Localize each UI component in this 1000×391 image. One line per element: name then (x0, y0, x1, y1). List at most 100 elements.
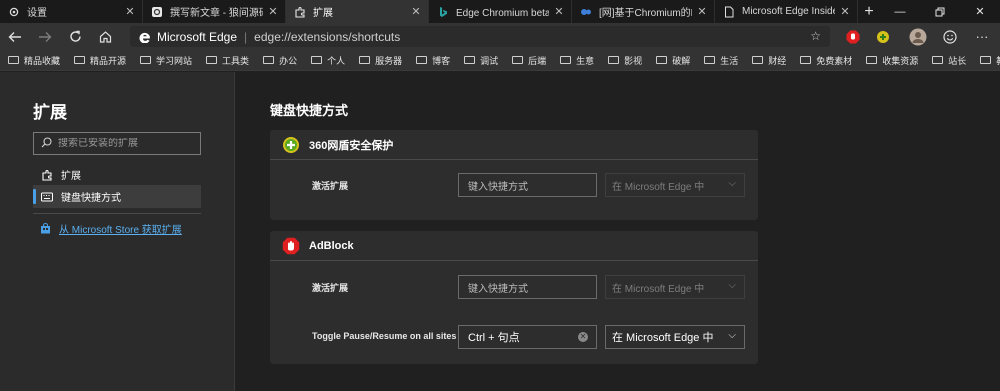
more-menu-icon[interactable]: ··· (966, 23, 998, 50)
close-icon[interactable]: ✕ (696, 5, 708, 18)
card-header: AdBlock (270, 231, 758, 261)
bookmark-folder[interactable]: 博客 (416, 54, 450, 67)
new-tab-button[interactable]: + (858, 0, 880, 23)
folder-icon (560, 56, 572, 64)
folder-icon (800, 56, 812, 64)
bookmark-folder[interactable]: 破解 (656, 54, 690, 67)
folder-icon (608, 56, 620, 64)
minimize-icon[interactable]: — (880, 0, 920, 23)
sidebar-item-keyboard-shortcuts[interactable]: 键盘快捷方式 (33, 185, 201, 208)
folder-icon (359, 56, 371, 64)
bookmark-folder[interactable]: 后端 (512, 54, 546, 67)
bookmark-folder[interactable]: 教程 (980, 54, 1000, 67)
bookmark-folder[interactable]: 免费素材 (800, 54, 852, 67)
shortcut-input[interactable]: Ctrl + 句点 ✕ (458, 325, 597, 349)
bookmark-folder[interactable]: 学习网站 (140, 54, 192, 67)
folder-icon (206, 56, 218, 64)
scope-select[interactable]: 在 Microsoft Edge 中 ⌵ (605, 325, 745, 349)
bookmark-folder[interactable]: 办公 (263, 54, 297, 67)
bookmark-label: 办公 (279, 55, 298, 66)
tab-chromium-edge-article[interactable]: [网]基于Chromium的Edg ✕ (572, 0, 715, 23)
bookmark-folder[interactable]: 工具类 (206, 54, 249, 67)
bookmark-folder[interactable]: 个人 (311, 54, 345, 67)
sidebar-title: 扩展 (33, 103, 67, 122)
folder-icon (8, 56, 19, 64)
bookmark-folder[interactable]: 调试 (464, 54, 498, 67)
close-icon[interactable]: ✕ (839, 5, 851, 18)
card-header: 360网盾安全保护 (270, 130, 758, 160)
sidebar: 扩展 扩展 键盘快捷方式 从 Microsoft Store 获取扩展 (0, 72, 235, 391)
close-icon[interactable]: ✕ (553, 5, 565, 18)
tab-blog-editor[interactable]: 撰写新文章 - 狼间源码 - F ✕ (143, 0, 286, 23)
tab-title: Microsoft Edge Insider (742, 6, 835, 17)
bookmark-label: 学习网站 (156, 55, 193, 66)
restore-icon[interactable] (920, 0, 960, 23)
bookmark-label: 站长 (948, 55, 967, 66)
tab-title: [网]基于Chromium的Edg (599, 8, 692, 19)
close-icon[interactable]: ✕ (267, 5, 279, 18)
keyboard-icon (41, 191, 53, 203)
clear-icon[interactable]: ✕ (578, 332, 588, 342)
bookmark-folder[interactable]: 财经 (752, 54, 786, 67)
search-box[interactable] (33, 132, 201, 155)
tab-title: 撰写新文章 - 狼间源码 - F (170, 8, 263, 19)
adblock-icon (282, 237, 300, 255)
folder-icon (74, 56, 86, 64)
folder-icon (704, 56, 716, 64)
bookmark-folder[interactable]: 精品收藏 (8, 54, 60, 67)
folder-icon (866, 56, 878, 64)
refresh-icon[interactable] (60, 23, 90, 50)
avatar[interactable] (902, 23, 934, 50)
tab-edge-chromium-beta[interactable]: Edge Chromium beta新特 ✕ (429, 0, 572, 23)
tab-settings[interactable]: 设置 ✕ (0, 0, 143, 23)
sidebar-item-extensions[interactable]: 扩展 (33, 163, 201, 186)
search-input[interactable] (58, 138, 198, 149)
folder-icon (980, 56, 992, 64)
bookmark-folder[interactable]: 收集资源 (866, 54, 918, 67)
store-link[interactable]: 从 Microsoft Store 获取扩展 (40, 221, 182, 236)
close-icon[interactable]: ✕ (124, 5, 136, 18)
bookmark-folder[interactable]: 站长 (932, 54, 966, 67)
blog-icon (580, 6, 592, 18)
bookmark-folder[interactable]: 影视 (608, 54, 642, 67)
scope-select[interactable]: 在 Microsoft Edge 中 ⌵ (605, 173, 745, 197)
tab-strip: 设置 ✕ 撰写新文章 - 狼间源码 - F ✕ 扩展 ✕ Edge Chromi… (0, 0, 1000, 23)
scope-select[interactable]: 在 Microsoft Edge 中 ⌵ (605, 275, 745, 299)
360-shield-icon[interactable] (868, 23, 898, 50)
adblock-icon[interactable] (838, 23, 868, 50)
folder-icon (512, 56, 524, 64)
sidebar-item-label: 扩展 (61, 171, 81, 182)
close-window-icon[interactable]: ✕ (960, 0, 1000, 23)
folder-icon (311, 56, 323, 64)
shortcut-input[interactable]: 键入快捷方式 (458, 173, 597, 197)
extension-icon (41, 169, 53, 181)
tab-extensions[interactable]: 扩展 ✕ (286, 0, 429, 23)
extension-name: 360网盾安全保护 (309, 139, 394, 152)
shortcut-label: 激活扩展 (312, 181, 349, 191)
tab-edge-insider[interactable]: Microsoft Edge Insider ✕ (715, 0, 858, 23)
folder-icon (656, 56, 668, 64)
scope-value: 在 Microsoft Edge 中 (612, 283, 705, 295)
bookmark-label: 工具类 (222, 55, 250, 66)
favorite-star-icon[interactable]: ☆ (810, 29, 821, 43)
bookmark-folder[interactable]: 服务器 (359, 54, 402, 67)
shortcut-row: Toggle Pause/Resume on all sites Ctrl + … (270, 325, 758, 349)
back-icon[interactable] (0, 23, 30, 50)
folder-icon (140, 56, 152, 64)
address-bar[interactable]: Microsoft Edge | edge://extensions/short… (130, 26, 830, 47)
home-icon[interactable] (90, 23, 120, 50)
bookmark-label: 精品开源 (90, 55, 127, 66)
bookmark-label: 免费素材 (816, 55, 853, 66)
bookmark-folder[interactable]: 精品开源 (74, 54, 126, 67)
shortcut-input[interactable]: 键入快捷方式 (458, 275, 597, 299)
feedback-smiley-icon[interactable] (934, 23, 966, 50)
store-bag-icon (40, 223, 51, 234)
forward-icon[interactable] (30, 23, 60, 50)
folder-icon (752, 56, 764, 64)
folder-icon (263, 56, 275, 64)
bookmark-folder[interactable]: 生意 (560, 54, 594, 67)
bookmark-label: 教程 (996, 54, 1000, 67)
shortcut-value: Ctrl + 句点 (468, 332, 520, 344)
close-icon[interactable]: ✕ (410, 5, 422, 18)
bookmark-folder[interactable]: 生活 (704, 54, 738, 67)
